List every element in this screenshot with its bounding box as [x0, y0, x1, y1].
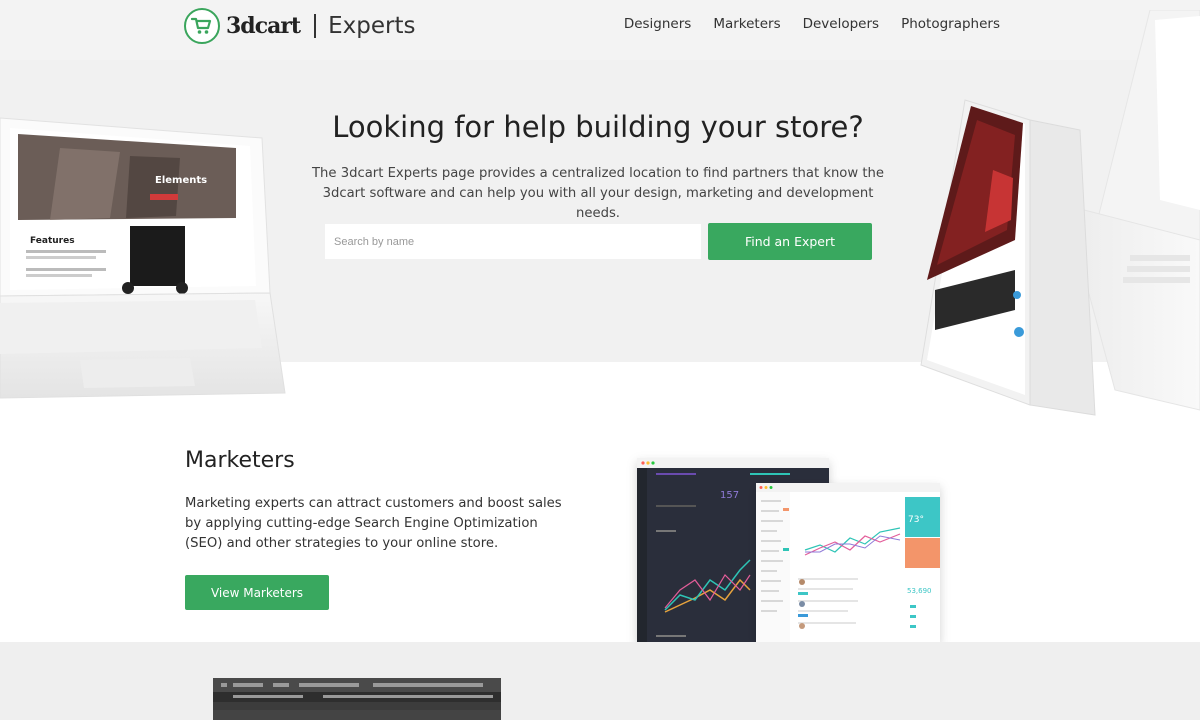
nav-marketers[interactable]: Marketers: [713, 16, 780, 32]
mockup-elements-text: Elements: [155, 175, 207, 186]
shopping-cart-icon: [184, 8, 220, 44]
view-marketers-button[interactable]: View Marketers: [185, 575, 329, 610]
marketers-description: Marketing experts can attract customers …: [185, 496, 562, 551]
dashboard-stat-value: 157: [720, 490, 739, 501]
logo-word: 3dcart: [226, 13, 301, 39]
mockup-features-heading: Features: [30, 236, 75, 246]
hero-description: The 3dcart Experts page provides a centr…: [311, 166, 884, 221]
logo-separator: [314, 14, 317, 38]
nav-developers[interactable]: Developers: [803, 16, 879, 32]
dashboard-mockup: 157 73° 53,690: [600, 440, 1000, 642]
search-input[interactable]: [325, 224, 701, 259]
editor-window-mockup: [213, 678, 501, 720]
find-expert-button[interactable]: Find an Expert: [708, 223, 872, 260]
next-section-band: [0, 642, 1200, 720]
dashboard-temperature: 73°: [908, 515, 924, 525]
laptop-mockup-right: [915, 9, 1200, 420]
logo[interactable]: 3dcart Experts: [184, 8, 415, 44]
nav-designers[interactable]: Designers: [624, 16, 692, 32]
dashboard-amount: 53,690: [907, 587, 932, 595]
logo-suffix: Experts: [328, 13, 416, 39]
laptop-mockup-left: Elements Features: [0, 108, 290, 408]
marketers-title: Marketers: [185, 448, 295, 473]
